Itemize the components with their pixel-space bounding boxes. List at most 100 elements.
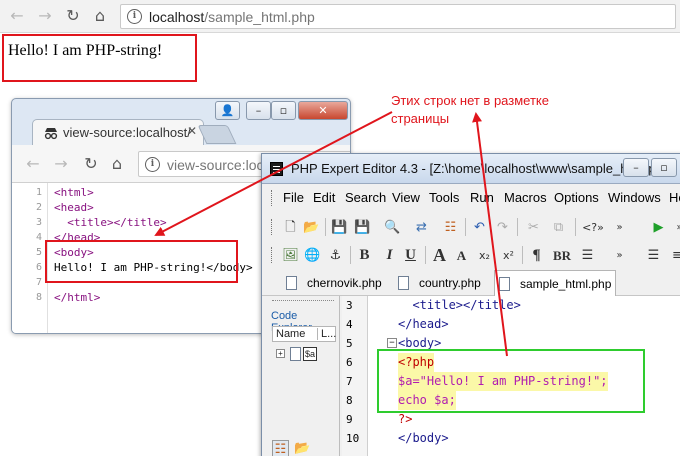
- copy-icon[interactable]: ⧉: [550, 219, 567, 236]
- php-tag-icon[interactable]: <?»: [580, 219, 606, 236]
- editor-title-bar: PHP Expert Editor 4.3 - [Z:\home\localho…: [262, 154, 680, 184]
- php-file-icon: [499, 277, 510, 291]
- toolbar-grip[interactable]: [271, 190, 274, 206]
- info-icon[interactable]: i: [127, 9, 142, 24]
- annotation-note: Этих строк нет в разметке страницы: [391, 93, 549, 126]
- toolbar-separator: [325, 218, 326, 236]
- align-center-icon[interactable]: ≡: [669, 247, 680, 264]
- font-smaller-button[interactable]: A: [453, 247, 470, 264]
- file-tab-active[interactable]: sample_html.php: [494, 270, 617, 296]
- menu-search[interactable]: Search: [345, 190, 386, 205]
- toolbar-separator: [350, 246, 351, 264]
- code-explorer-pane: Code Explorer Name L... + $a ☷ 📂: [268, 296, 340, 456]
- tab-view-source[interactable]: view-source:localhost/ ✕: [32, 119, 204, 145]
- save-icon[interactable]: 💾: [331, 219, 348, 236]
- expand-icon[interactable]: +: [276, 349, 285, 358]
- menu-options[interactable]: Options: [554, 190, 599, 205]
- menu-edit[interactable]: Edit: [313, 190, 335, 205]
- underline-button[interactable]: U: [402, 247, 419, 264]
- home-icon[interactable]: ⌂: [91, 7, 109, 25]
- back-arrow-icon[interactable]: ←: [8, 7, 26, 25]
- line-break-button[interactable]: BR: [550, 247, 574, 264]
- minimize-button[interactable]: –: [623, 158, 649, 177]
- file-tab[interactable]: country.php: [398, 270, 481, 296]
- code-explorer-icon[interactable]: ☷: [442, 219, 459, 236]
- new-file-icon[interactable]: 🗋: [282, 219, 299, 236]
- cut-icon[interactable]: ✂: [525, 219, 542, 236]
- toolbar-grip[interactable]: [271, 219, 274, 235]
- address-url: localhost/sample_html.php: [149, 9, 315, 25]
- php-file-icon: [398, 276, 409, 290]
- folder-icon[interactable]: 📂: [294, 440, 311, 456]
- redo-icon[interactable]: ↷: [494, 219, 511, 236]
- code-explorer-icon[interactable]: ☷: [272, 440, 289, 456]
- highlight-box-php-code: [377, 349, 645, 413]
- column-line[interactable]: L...: [317, 328, 336, 340]
- undo-icon[interactable]: ↶: [471, 219, 488, 236]
- forward-arrow-icon[interactable]: →: [52, 155, 70, 173]
- more-chevron-icon[interactable]: »: [611, 247, 628, 264]
- info-icon[interactable]: i: [145, 157, 160, 172]
- code-explorer-item[interactable]: + $a: [276, 347, 331, 361]
- menu-run[interactable]: Run: [470, 190, 494, 205]
- highlight-box-page-output: [2, 34, 197, 82]
- browser-toolbar: ← → ↻ ⌂ i localhost/sample_html.php: [0, 0, 680, 33]
- editor-toolbar-format: 🖼 🌐 ⚓ B I U A A x₂ x² ¶ BR ☰ » ☰ ≡: [262, 240, 680, 270]
- replace-icon[interactable]: ⇄: [413, 219, 430, 236]
- align-left-icon[interactable]: ☰: [645, 247, 662, 264]
- image-icon[interactable]: 🖼: [282, 247, 299, 264]
- tab-close-icon[interactable]: ✕: [187, 124, 197, 138]
- code-explorer-columns: Name L...: [272, 326, 336, 342]
- bold-button[interactable]: B: [356, 247, 373, 264]
- menu-view[interactable]: View: [392, 190, 420, 205]
- font-larger-button[interactable]: A: [431, 246, 448, 264]
- maximize-button[interactable]: ▫: [651, 158, 677, 177]
- user-icon[interactable]: 👤: [215, 101, 240, 120]
- incognito-icon: [44, 128, 58, 140]
- editor-menu-bar: File Edit Search View Tools Run Macros O…: [262, 184, 680, 212]
- run-icon[interactable]: ▶: [650, 219, 667, 236]
- open-folder-icon[interactable]: 📂: [303, 219, 320, 236]
- editor-toolbar-main: 🗋 📂 💾 💾 🔍 ⇄ ☷ ↶ ↷ ✂ ⧉ <?» » ▶ »: [262, 212, 680, 242]
- home-icon[interactable]: ⌂: [108, 155, 126, 173]
- address-bar[interactable]: i localhost/sample_html.php: [120, 4, 676, 29]
- italic-button[interactable]: I: [381, 247, 398, 264]
- file-tab-bar: chernovik.php country.php sample_html.ph…: [262, 270, 680, 296]
- back-arrow-icon[interactable]: ←: [24, 155, 42, 173]
- file-tab[interactable]: chernovik.php: [286, 270, 382, 296]
- toolbar-separator: [517, 218, 518, 236]
- superscript-button[interactable]: x²: [500, 247, 517, 264]
- reload-icon[interactable]: ↻: [82, 155, 100, 173]
- toolbar-separator: [425, 246, 426, 264]
- menu-help[interactable]: Help: [669, 190, 680, 205]
- menu-macros[interactable]: Macros: [504, 190, 547, 205]
- toolbar-separator: [522, 246, 523, 264]
- menu-tools[interactable]: Tools: [429, 190, 459, 205]
- column-name[interactable]: Name: [276, 328, 305, 340]
- menu-file[interactable]: File: [283, 190, 304, 205]
- forward-arrow-icon[interactable]: →: [36, 7, 54, 25]
- file-icon: [290, 347, 301, 361]
- maximize-button[interactable]: ▫: [271, 101, 296, 120]
- toolbar-grip[interactable]: [271, 247, 274, 263]
- find-icon[interactable]: 🔍: [384, 219, 401, 236]
- subscript-button[interactable]: x₂: [476, 247, 493, 264]
- paragraph-button[interactable]: ¶: [528, 247, 545, 264]
- tab-title: view-source:localhost/: [63, 125, 191, 140]
- reload-icon[interactable]: ↻: [64, 7, 82, 25]
- align-icon[interactable]: ☰: [579, 247, 596, 264]
- close-button[interactable]: ✕: [298, 101, 348, 120]
- anchor-icon[interactable]: ⚓: [327, 247, 344, 264]
- variable-icon: $a: [303, 347, 317, 361]
- save-all-icon[interactable]: 💾: [354, 219, 371, 236]
- more-chevron-icon[interactable]: »: [611, 219, 628, 236]
- highlight-box-body-source: [45, 240, 238, 283]
- more-chevron-icon[interactable]: »: [671, 219, 680, 236]
- editor-app-icon: [270, 162, 283, 176]
- pane-grip[interactable]: [272, 300, 334, 301]
- minimize-button[interactable]: –: [246, 101, 271, 120]
- php-file-icon: [286, 276, 297, 290]
- menu-windows[interactable]: Windows: [608, 190, 661, 205]
- fold-toggle-icon[interactable]: −: [387, 338, 397, 348]
- globe-icon[interactable]: 🌐: [304, 247, 321, 264]
